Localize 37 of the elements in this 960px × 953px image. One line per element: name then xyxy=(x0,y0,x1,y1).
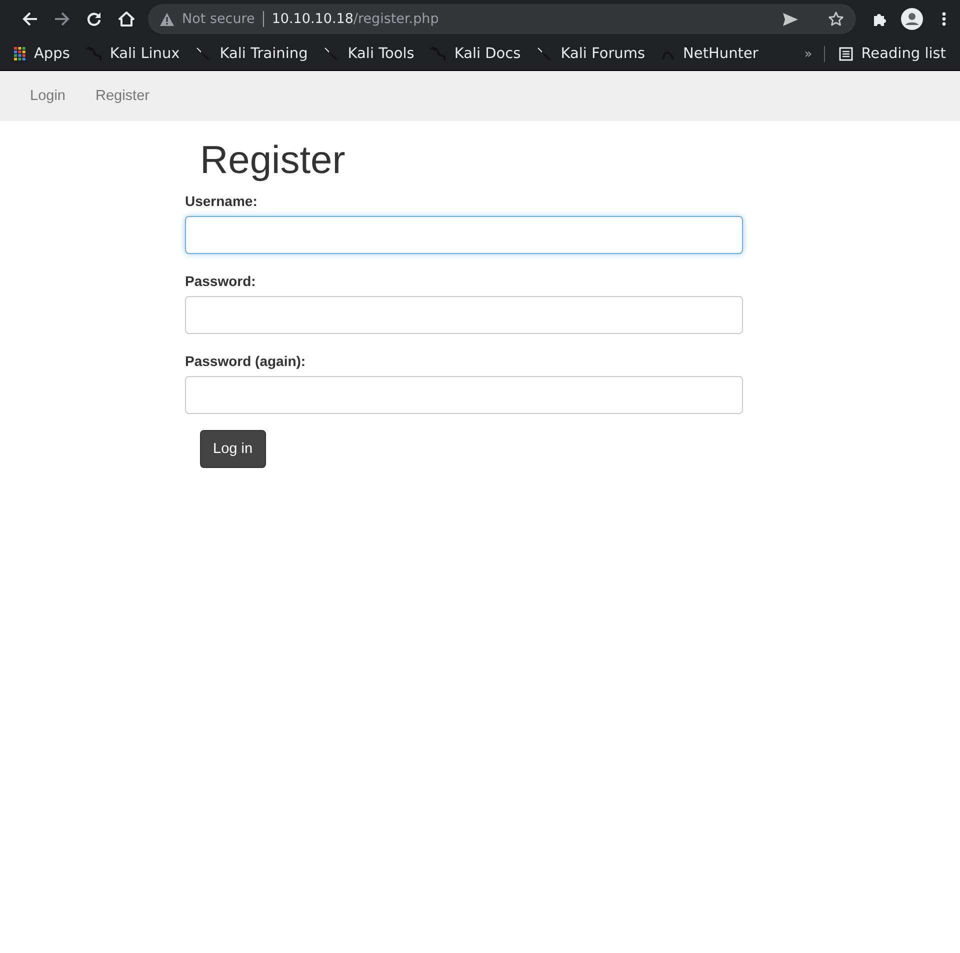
knife-icon xyxy=(324,47,340,61)
page-heading: Register xyxy=(200,139,346,183)
knife-icon xyxy=(536,47,553,61)
nav-link[interactable]: Register xyxy=(80,71,164,121)
bookmark[interactable]: Apps xyxy=(6,46,78,62)
input-field[interactable] xyxy=(185,296,743,334)
forward-icon[interactable] xyxy=(54,11,70,27)
bookmark[interactable]: Kali Training xyxy=(188,46,316,62)
puzzle-icon[interactable] xyxy=(872,12,888,26)
field-label: Password (again): xyxy=(185,353,307,369)
security-label: Not secure xyxy=(182,11,255,27)
field-label: Username: xyxy=(185,193,258,209)
home-icon[interactable] xyxy=(118,11,134,27)
send-icon[interactable] xyxy=(783,12,798,26)
input-field[interactable] xyxy=(185,216,743,254)
url-text: 10.10.10.18/register.php xyxy=(272,11,439,27)
knife-icon xyxy=(196,47,212,61)
warning-icon[interactable] xyxy=(160,12,174,26)
login-button[interactable]: Log in xyxy=(200,430,266,468)
reload-icon[interactable] xyxy=(86,11,102,27)
address-bar[interactable]: Not secure 10.10.10.18/register.php xyxy=(148,4,856,34)
input-field[interactable] xyxy=(185,376,743,414)
field-label: Password: xyxy=(185,273,257,289)
back-icon[interactable] xyxy=(22,11,38,27)
bookmark[interactable]: Kali Docs xyxy=(422,46,529,62)
apps-grid-icon xyxy=(14,47,26,61)
reading-list-icon[interactable] xyxy=(839,47,854,61)
bookmark[interactable]: Kali Tools xyxy=(316,46,422,62)
profile-avatar-icon[interactable] xyxy=(901,8,923,30)
bookmark[interactable]: Kali Linux xyxy=(78,46,188,62)
reading-list-button[interactable]: Reading list xyxy=(831,46,954,62)
bookmark[interactable]: Kali Forums xyxy=(528,46,654,62)
bookmarks-overflow[interactable]: » xyxy=(798,46,818,62)
star-icon[interactable] xyxy=(828,11,844,27)
bookmark[interactable]: NetHunter xyxy=(653,46,766,62)
nav-link[interactable]: Login xyxy=(15,71,80,121)
menu-icon[interactable] xyxy=(942,12,946,26)
